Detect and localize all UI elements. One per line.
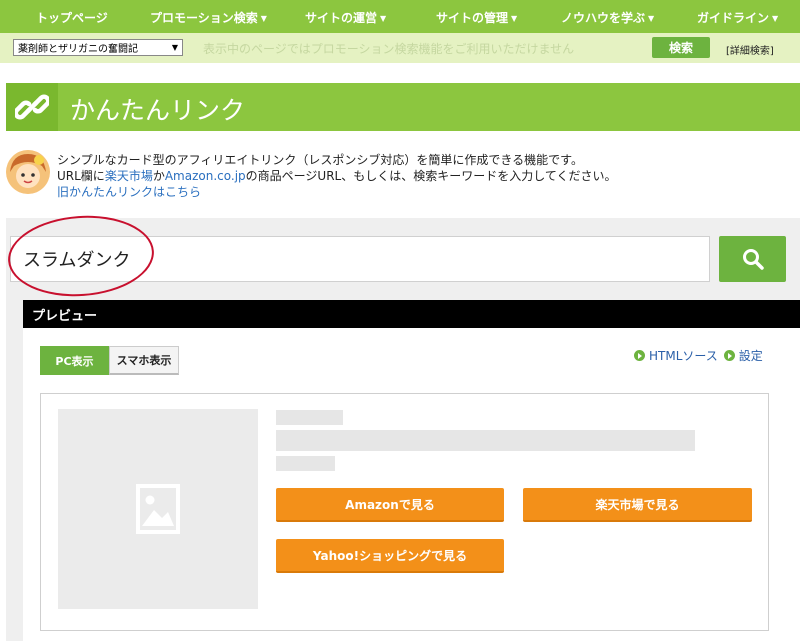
nav-top-page[interactable]: トップページ — [36, 9, 108, 26]
amazon-button[interactable]: Amazonで見る — [276, 488, 504, 522]
page-title: かんたんリンク — [70, 96, 246, 125]
nav-site-operation[interactable]: サイトの運営 ▼ — [305, 9, 386, 26]
rakuten-link[interactable]: 楽天市場 — [105, 169, 153, 183]
play-circle-icon — [723, 350, 735, 361]
top-nav: トップページ プロモーション検索 ▼ サイトの運営 ▼ サイトの管理 ▼ ノウハウを学… — [0, 0, 800, 33]
keyword-input[interactable] — [10, 236, 710, 282]
nav-site-management[interactable]: サイトの管理 ▼ — [436, 9, 517, 26]
search-icon — [742, 249, 764, 270]
preview-header: プレビュー — [23, 300, 800, 328]
search-button[interactable] — [719, 236, 786, 282]
placeholder-price-bar — [276, 456, 335, 471]
site-select[interactable]: 薬剤師とザリガニの奮闘記 ▼ — [13, 39, 183, 56]
placeholder-name-bar — [276, 430, 695, 451]
caret-down-icon: ▼ — [511, 14, 518, 23]
image-placeholder-icon — [136, 484, 180, 534]
promotion-search-button[interactable]: 検索 — [652, 37, 710, 58]
description-line-2: URL欄に楽天市場かAmazon.co.jpの商品ページURL、もしくは、検索キ… — [57, 169, 617, 183]
old-easy-link[interactable]: 旧かんたんリンクはこちら — [57, 185, 201, 199]
amazon-link[interactable]: Amazon.co.jp — [165, 169, 246, 183]
link-icon — [6, 83, 58, 131]
promotion-search-notice: 表示中のページではプロモーション検索機能をご利用いただけません — [203, 42, 575, 56]
placeholder-title-bar — [276, 410, 343, 425]
caret-down-icon: ▼ — [260, 14, 267, 23]
preview-links: HTMLソース 設定 — [634, 347, 763, 364]
image-placeholder — [58, 409, 258, 609]
settings-link[interactable]: 設定 — [723, 347, 763, 364]
yahoo-shopping-button[interactable]: Yahoo!ショッピングで見る — [276, 539, 504, 573]
tab-pc-view[interactable]: PC表示 — [40, 346, 109, 375]
caret-down-icon: ▼ — [648, 14, 655, 23]
page-title-banner: かんたんリンク — [6, 83, 800, 131]
html-source-link[interactable]: HTMLソース — [634, 347, 718, 364]
nav-learn-knowhow[interactable]: ノウハウを学ぶ ▼ — [561, 9, 654, 26]
caret-down-icon: ▼ — [772, 14, 779, 23]
nav-guideline[interactable]: ガイドライン ▼ — [697, 9, 778, 26]
mascot-avatar — [6, 150, 50, 194]
detail-search-link[interactable]: [詳細検索] — [726, 42, 774, 57]
sub-bar: 薬剤師とザリガニの奮闘記 ▼ 表示中のページではプロモーション検索機能をご利用い… — [0, 33, 800, 63]
description-line-1: シンプルなカード型のアフィリエイトリンク（レスポンシブ対応）を簡単に作成できる機… — [57, 153, 583, 167]
nav-promotion-search[interactable]: プロモーション検索 ▼ — [150, 9, 267, 26]
tab-smartphone-view[interactable]: スマホ表示 — [109, 346, 179, 375]
dropdown-arrow-icon: ▼ — [171, 43, 178, 52]
play-circle-icon — [634, 350, 645, 361]
rakuten-button[interactable]: 楽天市場で見る — [523, 488, 752, 522]
caret-down-icon: ▼ — [380, 14, 387, 23]
description: シンプルなカード型のアフィリエイトリンク（レスポンシブ対応）を簡単に作成できる機… — [57, 152, 617, 200]
site-select-value: 薬剤師とザリガニの奮闘記 — [18, 44, 138, 55]
